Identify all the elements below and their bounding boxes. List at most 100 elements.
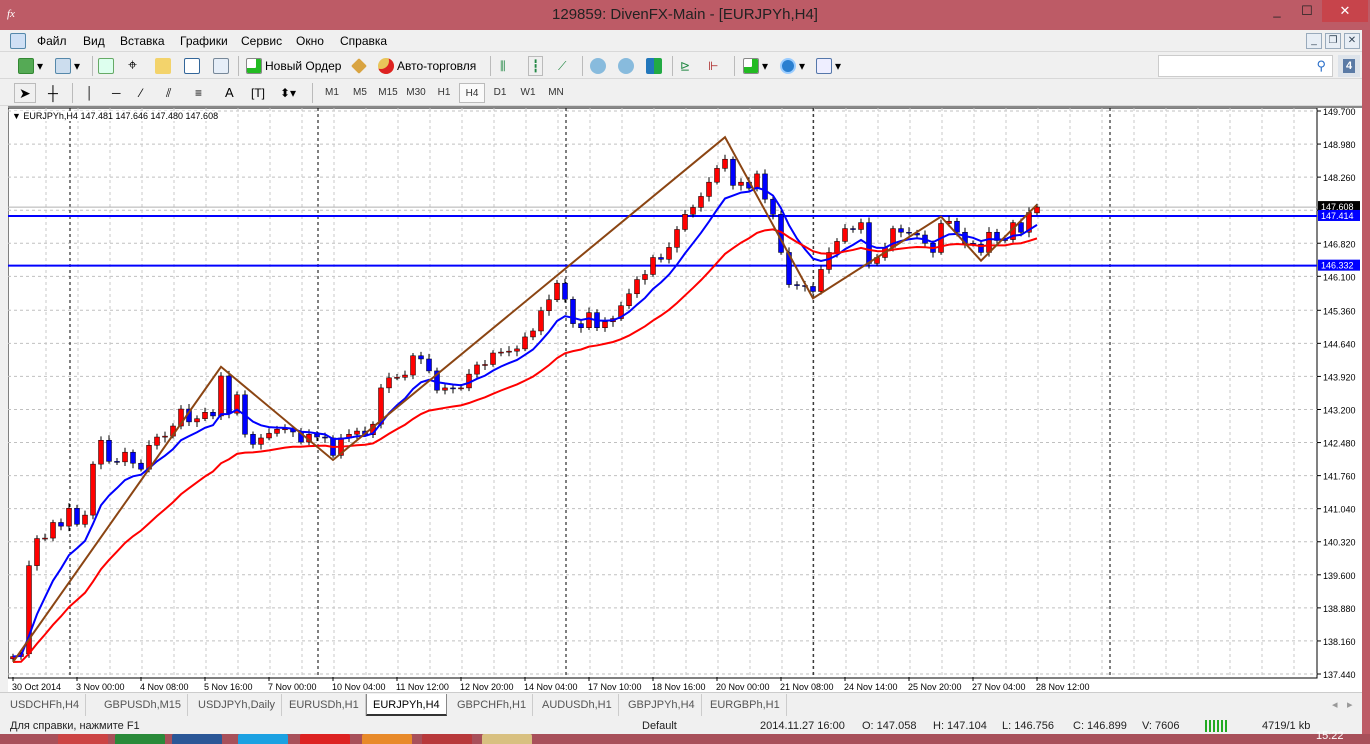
tabs-scroll-left[interactable]: ◂ (1332, 698, 1338, 711)
candle-body (66, 507, 72, 527)
periods-button[interactable]: ▾ (780, 56, 805, 76)
minimize-button[interactable]: _ (1262, 0, 1292, 22)
mdi-close-button[interactable]: ✕ (1344, 33, 1360, 49)
menu-tools[interactable]: Сервис (241, 34, 282, 48)
timeframe-d1[interactable]: D1 (487, 83, 513, 103)
clock-icon (780, 58, 796, 74)
price-tick-label: 138.880 (1323, 604, 1356, 614)
chart-shift-button[interactable]: ⊵ (680, 56, 690, 76)
timeframe-h1[interactable]: H1 (431, 83, 457, 103)
status-traffic: 4719/1 kb (1262, 720, 1311, 732)
menu-file[interactable]: Файл (37, 34, 67, 48)
templates-button[interactable]: ▾ (816, 56, 841, 76)
new-order-button[interactable]: Новый Ордер (246, 56, 341, 76)
timeframe-m15[interactable]: M15 (375, 83, 401, 103)
candle-chart-button[interactable]: ┇ (528, 56, 544, 76)
text-label-tool[interactable]: [T] (251, 83, 265, 103)
autoscroll-button[interactable]: ⊩ (708, 56, 718, 76)
tab-eurjpy-h4[interactable]: EURJPYh,H4 (366, 694, 447, 716)
menu-window[interactable]: Окно (296, 34, 324, 48)
trendline-tool[interactable]: ⁄ (140, 83, 142, 103)
candle-body (474, 364, 480, 375)
fibonacci-icon: ≡ (195, 86, 203, 100)
tab-gbpjpy-h4[interactable]: GBPJPYh,H4 (622, 694, 702, 716)
taskbar-word[interactable] (172, 734, 222, 744)
taskbar-store[interactable] (115, 734, 165, 744)
timeframe-h4[interactable]: H4 (459, 83, 485, 103)
timeframe-mn[interactable]: MN (543, 83, 569, 103)
tab-eurgbp-h1[interactable]: EURGBPh,H1 (704, 694, 787, 716)
line-chart-button[interactable]: ⟋ (558, 56, 566, 76)
time-tick-label: 24 Nov 14:00 (844, 682, 898, 692)
arrows-tool[interactable]: ⬍▾ (280, 83, 296, 103)
candle-body (762, 173, 768, 200)
timeframe-m1[interactable]: M1 (319, 83, 345, 103)
cursor-tool[interactable]: ➤ (14, 83, 36, 103)
equidistant-channel-tool[interactable]: ⫽ (166, 83, 171, 103)
timeframe-w1[interactable]: W1 (515, 83, 541, 103)
candle-body (202, 411, 208, 419)
crosshair-tool[interactable]: ┼ (48, 83, 58, 103)
candle-body (578, 323, 584, 329)
time-tick-label: 5 Nov 16:00 (204, 682, 253, 692)
zoom-out-button[interactable] (618, 56, 634, 76)
mdi-minimize-button[interactable]: _ (1306, 33, 1322, 49)
notifications-button[interactable]: 4 (1338, 55, 1360, 77)
tab-usdchf-h4[interactable]: USDCHFh,H4 (4, 694, 87, 716)
taskbar-app2[interactable] (362, 734, 412, 744)
auto-trading-button[interactable]: Авто-торговля (378, 56, 476, 76)
tab-audusd-h1[interactable]: AUDUSDh,H1 (536, 694, 619, 716)
candle-body (354, 430, 360, 435)
candle-body (82, 514, 88, 525)
candle-body (530, 330, 536, 338)
fibonacci-tool[interactable]: ≡ (195, 83, 202, 103)
profiles-button[interactable]: ▾ (55, 56, 80, 76)
chart-window[interactable]: 149.700148.980148.260147.540146.820146.1… (7, 106, 1362, 693)
price-tick-label: 143.200 (1323, 405, 1356, 415)
data-window-button[interactable]: ⌖ (128, 56, 137, 76)
menu-view[interactable]: Вид (83, 34, 105, 48)
tile-windows-button[interactable] (646, 56, 662, 76)
bar-chart-button[interactable]: ⫼ (500, 56, 506, 76)
search-input[interactable]: ⚲ (1158, 55, 1333, 77)
tab-gbpchf-h1[interactable]: GBPCHFh,H1 (451, 694, 534, 716)
time-tick-label: 18 Nov 16:00 (652, 682, 706, 692)
search-icon[interactable]: ⚲ (1316, 58, 1326, 74)
time-tick-label: 14 Nov 04:00 (524, 682, 578, 692)
close-button[interactable]: ✕ (1322, 0, 1368, 22)
taskbar-metatrader[interactable] (422, 734, 472, 744)
timeframe-m30[interactable]: M30 (403, 83, 429, 103)
menu-help[interactable]: Справка (340, 34, 387, 48)
menu-charts[interactable]: Графики (180, 34, 228, 48)
price-chart[interactable]: 149.700148.980148.260147.540146.820146.1… (7, 107, 1362, 693)
tabs-scroll-right[interactable]: ▸ (1347, 698, 1353, 711)
timeframe-m5[interactable]: M5 (347, 83, 373, 103)
terminal-button[interactable] (184, 56, 200, 76)
status-low: L: 146.756 (1002, 720, 1054, 732)
strategy-tester-button[interactable] (213, 56, 229, 76)
zoom-in-button[interactable] (590, 56, 606, 76)
indicators-button[interactable]: ▾ (743, 56, 768, 76)
standard-toolbar: ▾ ▾ ⌖ Новый Ордер Авто-торговля ⫼ ┇ ⟋ ⊵ … (0, 52, 1362, 79)
text-icon: A (225, 85, 234, 100)
vertical-line-tool[interactable]: │ (86, 83, 94, 103)
taskbar-chrome[interactable] (58, 734, 108, 744)
text-tool[interactable]: A (225, 83, 234, 103)
navigator-button[interactable] (155, 56, 171, 76)
maximize-button[interactable]: ☐ (1292, 0, 1322, 22)
taskbar-skype[interactable] (238, 734, 288, 744)
taskbar-app[interactable] (300, 734, 350, 744)
menu-insert[interactable]: Вставка (120, 34, 165, 48)
new-chart-button[interactable]: ▾ (18, 56, 43, 76)
horizontal-line-icon: ─ (112, 86, 121, 100)
horizontal-line-tool[interactable]: ─ (112, 83, 121, 103)
market-watch-button[interactable] (98, 56, 114, 76)
tab-gbpusd-m15[interactable]: GBPUSDh,M15 (98, 694, 189, 716)
expert-advisors-button[interactable] (351, 56, 367, 76)
tab-eurusd-h1[interactable]: EURUSDh,H1 (283, 694, 366, 716)
chart-tabs: USDCHFh,H4 GBPUSDh,M15 USDJPYh,Daily EUR… (0, 692, 1362, 717)
tab-usdjpy-daily[interactable]: USDJPYh,Daily (192, 694, 283, 716)
terminal-icon (184, 58, 200, 74)
taskbar-explorer[interactable] (482, 734, 532, 744)
mdi-restore-button[interactable]: ❐ (1325, 33, 1341, 49)
